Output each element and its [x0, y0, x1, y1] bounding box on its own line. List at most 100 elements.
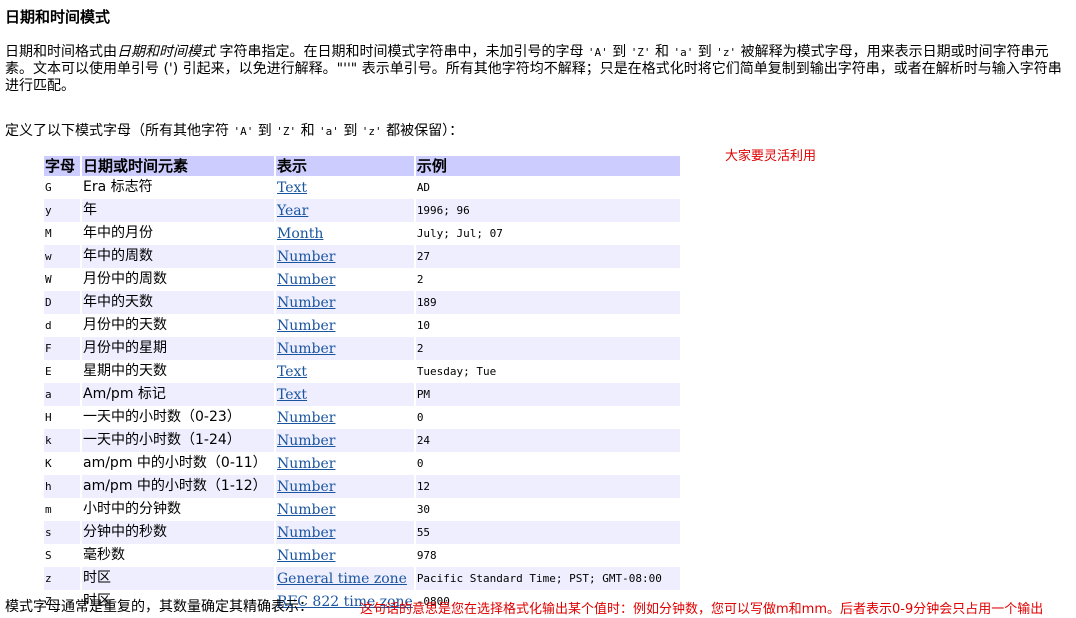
presentation-cell: Month — [276, 222, 414, 245]
defined-paragraph: 定义了以下模式字母（所有其他字符 'A' 到 'Z' 和 'a' 到 'z' 都… — [5, 120, 463, 140]
presentation-link[interactable]: Number — [277, 456, 335, 472]
presentation-link[interactable]: General time zone — [277, 571, 407, 587]
letter-cell: s — [44, 521, 80, 544]
table-row: z 时区 General time zone Pacific Standard Tim… — [44, 567, 680, 590]
example-cell: 27 — [415, 245, 680, 268]
element-cell: 月份中的星期 — [82, 337, 274, 360]
letter-cell: y — [44, 199, 80, 222]
presentation-cell: Number — [276, 475, 414, 498]
letter-cell: E — [45, 365, 52, 378]
letter-cell: H — [45, 411, 52, 424]
intro-quote-Z: 'Z' — [630, 46, 651, 59]
element-cell: 年中的周数 — [82, 245, 274, 268]
table-row: D 年中的天数 Number 189 — [44, 291, 680, 314]
intro-to-1: 到 — [612, 44, 627, 60]
letter-cell: z — [44, 567, 80, 590]
element-cell: 小时中的分钟数 — [83, 501, 181, 517]
example-cell: Pacific Standard Time; PST; GMT-08:00 — [415, 567, 680, 590]
presentation-cell: Text — [276, 383, 414, 406]
presentation-cell: Number — [276, 429, 414, 452]
defined-quote-z: 'z' — [361, 125, 382, 138]
header-element: 日期或时间元素 — [82, 156, 274, 176]
presentation-link[interactable]: Number — [277, 525, 335, 541]
letter-cell: d — [45, 319, 52, 332]
element-cell: Era 标志符 — [83, 179, 153, 195]
letter-cell: S — [45, 549, 52, 562]
presentation-link[interactable]: Number — [277, 433, 335, 449]
presentation-link[interactable]: Number — [277, 272, 335, 288]
presentation-link[interactable]: Text — [277, 180, 307, 196]
presentation-link[interactable]: Number — [277, 479, 335, 495]
letter-cell: M — [45, 227, 52, 240]
presentation-cell: Number — [276, 314, 414, 337]
intro-quote-a: 'a' — [673, 46, 694, 59]
element-cell: am/pm 中的小时数（0-11） — [83, 455, 267, 471]
defined-text-2: 都被保留）： — [386, 123, 464, 139]
presentation-link[interactable]: Number — [277, 410, 335, 426]
defined-text-1: 定义了以下模式字母（所有其他字符 — [5, 123, 229, 139]
presentation-cell: Text — [276, 176, 414, 199]
intro-emphasis: 日期和时间模式 — [117, 44, 215, 60]
presentation-link[interactable]: Number — [277, 249, 335, 265]
defined-and: 和 — [300, 123, 315, 139]
defined-quote-Z: 'Z' — [276, 125, 297, 138]
presentation-link[interactable]: Number — [277, 318, 335, 334]
example-cell: 2 — [415, 337, 680, 360]
table-row: a Am/pm 标记 Text PM — [44, 383, 680, 406]
presentation-link[interactable]: Year — [277, 203, 308, 219]
pattern-letters-table: 字母 日期或时间元素 表示 示例 G Era 标志符 Text AD y 年 Year 199… — [42, 156, 682, 613]
table-row: w 年中的周数 Number 27 — [44, 245, 680, 268]
header-example: 示例 — [415, 156, 680, 176]
letter-cell: K — [45, 457, 52, 470]
presentation-link[interactable]: Number — [277, 295, 335, 311]
example-cell: 55 — [415, 521, 680, 544]
table-row: H 一天中的小时数（0-23） Number 0 — [44, 406, 680, 429]
example-cell: PM — [415, 383, 680, 406]
example-cell: AD — [416, 181, 431, 194]
element-cell: Am/pm 标记 — [82, 383, 274, 406]
defined-to-2: 到 — [343, 123, 358, 139]
element-cell: 时区 — [82, 567, 274, 590]
bottom-paragraph: 模式字母通常是重复的，其数量确定其精确表示： — [5, 599, 313, 615]
letter-cell: W — [45, 273, 52, 286]
table-row: M 年中的月份 Month July; Jul; 07 — [44, 222, 680, 245]
element-cell: 星期中的天数 — [83, 363, 167, 379]
table-row: y 年 Year 1996; 96 — [44, 199, 680, 222]
intro-quote-A: 'A' — [587, 46, 608, 59]
presentation-cell: Number — [276, 521, 414, 544]
element-cell: 月份中的天数 — [83, 317, 167, 333]
intro-paragraph: 日期和时间格式由日期和时间模式 字符串指定。在日期和时间模式字符串中，未加引号的… — [5, 44, 1073, 95]
presentation-link[interactable]: Number — [277, 341, 335, 357]
presentation-cell: Number — [276, 245, 414, 268]
element-cell: 年 — [82, 199, 274, 222]
intro-text-2: 字符串指定。在日期和时间模式字符串中，未加引号的字母 — [219, 44, 584, 60]
example-cell: 12 — [415, 475, 680, 498]
presentation-link[interactable]: Text — [277, 387, 307, 403]
intro-and: 和 — [655, 44, 670, 60]
presentation-cell: Number — [276, 337, 414, 360]
letter-cell: k — [44, 429, 80, 452]
letter-cell: a — [44, 383, 80, 406]
element-cell: 年中的天数 — [82, 291, 274, 314]
presentation-cell: Text — [276, 360, 414, 383]
element-cell: 月份中的周数 — [83, 271, 167, 287]
example-cell: 24 — [415, 429, 680, 452]
presentation-cell: Number — [276, 268, 414, 291]
table-row: d 月份中的天数 Number 10 — [44, 314, 680, 337]
presentation-cell: Year — [276, 199, 414, 222]
table-row: s 分钟中的秒数 Number 55 — [44, 521, 680, 544]
presentation-link[interactable]: Number — [277, 548, 335, 564]
annotation-note-bottom: 这句话的意思是您在选择格式化输出某个值时：例如分钟数，您可以写做m和mm。后者表… — [360, 602, 1044, 617]
presentation-cell: Number — [276, 498, 414, 521]
header-letter: 字母 — [44, 156, 80, 176]
presentation-link[interactable]: Text — [277, 364, 307, 380]
element-cell: 分钟中的秒数 — [82, 521, 274, 544]
table-row: h am/pm 中的小时数（1-12） Number 12 — [44, 475, 680, 498]
example-cell: 1996; 96 — [415, 199, 680, 222]
element-cell: 一天中的小时数（1-24） — [82, 429, 274, 452]
element-cell: 一天中的小时数（0-23） — [83, 409, 241, 425]
example-cell: 2 — [416, 273, 424, 286]
example-cell: 978 — [416, 549, 437, 562]
presentation-link[interactable]: Month — [277, 226, 323, 242]
presentation-link[interactable]: Number — [277, 502, 335, 518]
